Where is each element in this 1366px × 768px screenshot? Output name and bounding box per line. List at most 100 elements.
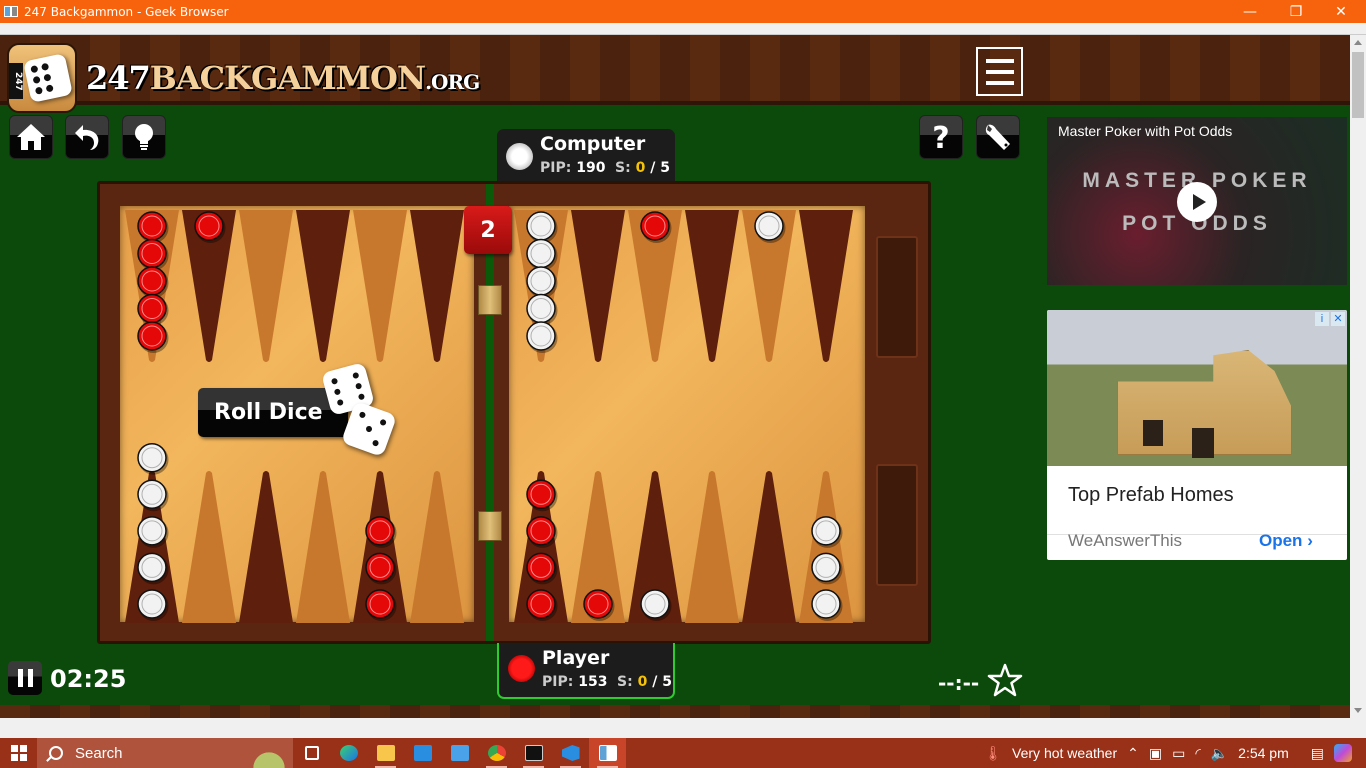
taskbar-vscode[interactable]	[552, 738, 589, 768]
wrench-icon	[985, 124, 1010, 150]
top-right-point-6[interactable]	[799, 210, 853, 362]
player-pip: PIP: 153	[542, 674, 608, 690]
computer-pip: PIP: 190	[540, 160, 606, 176]
chevron-up-icon[interactable]: ⌃	[1127, 745, 1139, 762]
chrome-icon	[487, 745, 506, 761]
white-checker[interactable]	[526, 321, 558, 353]
white-checker[interactable]	[137, 442, 169, 475]
taskbar-search[interactable]: Search	[37, 738, 293, 768]
svg-text:?: ?	[932, 121, 949, 153]
doubling-cube[interactable]: 2	[464, 206, 512, 254]
taskbar-mail[interactable]	[404, 738, 441, 768]
die-icon	[23, 53, 73, 103]
top-right-point-4[interactable]	[685, 210, 739, 362]
player-info-panel: Player PIP: 153 S: 0 / 5	[497, 643, 675, 699]
minimize-button[interactable]: —	[1227, 0, 1273, 23]
close-button[interactable]: ✕	[1318, 0, 1364, 23]
wifi-icon[interactable]: ◜	[1195, 745, 1200, 762]
notification-icon[interactable]: ▤	[1311, 745, 1324, 762]
search-icon	[49, 746, 63, 760]
scroll-up-icon[interactable]	[1354, 40, 1362, 45]
top-left-point-4[interactable]	[296, 210, 350, 362]
battery-icon[interactable]: ▭	[1172, 745, 1185, 762]
thermometer-icon[interactable]: 🌡	[984, 745, 1002, 762]
ad-headline[interactable]: Top Prefab Homes	[1068, 484, 1234, 507]
settings-button[interactable]	[976, 115, 1020, 159]
help-button[interactable]: ?	[919, 115, 963, 159]
ad-info-icon[interactable]: i	[1315, 312, 1329, 326]
start-button[interactable]	[0, 738, 37, 768]
camera-icon[interactable]: ▣	[1149, 745, 1162, 762]
monitor-icon	[450, 745, 469, 761]
bottom-left-point-6[interactable]	[410, 471, 464, 623]
play-icon[interactable]	[1177, 182, 1217, 222]
computer-checker-icon	[506, 143, 533, 170]
window-title: 247 Backgammon - Geek Browser	[24, 4, 229, 19]
pause-button[interactable]	[8, 661, 42, 695]
taskbar-geek-browser[interactable]	[589, 738, 626, 768]
video-ad[interactable]: Master Poker with Pot Odds MASTER POKER …	[1047, 117, 1347, 285]
chevron-right-icon: ›	[1307, 531, 1313, 550]
windows-taskbar: Search 🌡 Very hot weather ⌃ ▣ ▭ ◜ 🔈 2:54…	[0, 738, 1366, 768]
ad-advertiser: WeAnswerThis	[1068, 531, 1182, 550]
bottom-left-point-2[interactable]	[182, 471, 236, 623]
edge-icon	[339, 745, 358, 761]
hamburger-menu-button[interactable]	[976, 47, 1023, 96]
hint-button[interactable]	[122, 115, 166, 159]
geek-browser-icon	[598, 745, 617, 761]
star-icon[interactable]	[987, 662, 1023, 698]
bottom-left-point-4[interactable]	[296, 471, 350, 623]
restore-button[interactable]: ❐	[1273, 0, 1319, 23]
top-left-point-3[interactable]	[239, 210, 293, 362]
bottom-right-point-5[interactable]	[742, 471, 796, 623]
computer-info-panel: Computer PIP: 190 S: 0 / 5	[497, 129, 675, 185]
undo-button[interactable]	[65, 115, 109, 159]
ad-choices[interactable]: i ✕	[1315, 312, 1345, 326]
home-icon	[17, 124, 45, 150]
site-logo-text[interactable]: 247BACKGAMMON.ORG	[86, 59, 480, 97]
logo-badge: 247	[9, 63, 23, 99]
system-tray: 🌡 Very hot weather ⌃ ▣ ▭ ◜ 🔈 2:54 pm ▤	[984, 738, 1366, 768]
game-timer: 02:25	[50, 665, 127, 693]
bottom-right-point-4[interactable]	[685, 471, 739, 623]
top-left-point-5[interactable]	[353, 210, 407, 362]
top-right-point-2[interactable]	[571, 210, 625, 362]
taskbar-edge[interactable]	[330, 738, 367, 768]
taskbar-file-explorer[interactable]	[367, 738, 404, 768]
scroll-down-icon[interactable]	[1354, 708, 1362, 713]
scroll-thumb[interactable]	[1352, 52, 1364, 118]
taskbar-chrome[interactable]	[478, 738, 515, 768]
task-view-icon	[304, 746, 319, 760]
player-checker-icon	[508, 655, 535, 682]
red-checker[interactable]	[526, 479, 558, 512]
ad-open-button[interactable]: Open ›	[1259, 531, 1313, 551]
top-left-point-6[interactable]	[410, 210, 464, 362]
address-bar[interactable]	[0, 23, 1366, 35]
logo-number: 247	[86, 59, 151, 97]
logo-icon[interactable]: 247	[7, 43, 77, 113]
search-highlight-image	[249, 740, 289, 768]
clock[interactable]: 2:54 pm	[1238, 745, 1289, 761]
volume-icon[interactable]: 🔈	[1211, 745, 1228, 762]
roll-dice-button[interactable]: Roll Dice	[198, 388, 348, 437]
home-button[interactable]	[9, 115, 53, 159]
hamburger-menu-icon	[985, 58, 1014, 63]
lightbulb-icon	[135, 124, 153, 150]
bottom-left-point-3[interactable]	[239, 471, 293, 623]
logo-name: BACKGAMMON	[149, 59, 426, 97]
red-checker[interactable]	[137, 321, 169, 353]
undo-icon	[75, 125, 99, 150]
mail-icon	[413, 745, 432, 761]
computer-score: S: 0 / 5	[615, 160, 670, 176]
folder-icon	[376, 745, 395, 761]
taskbar-remote-desktop[interactable]	[441, 738, 478, 768]
display-ad[interactable]: i ✕ Top Prefab Homes WeAnswerThis Open ›	[1047, 310, 1347, 560]
white-checker[interactable]	[137, 479, 169, 512]
taskbar-terminal[interactable]	[515, 738, 552, 768]
pause-icon	[17, 669, 23, 687]
weather-text[interactable]: Very hot weather	[1012, 745, 1117, 761]
task-view-button[interactable]	[293, 738, 330, 768]
ad-close-icon[interactable]: ✕	[1331, 312, 1345, 326]
copilot-icon[interactable]	[1334, 744, 1352, 762]
vertical-scrollbar[interactable]	[1350, 35, 1366, 718]
